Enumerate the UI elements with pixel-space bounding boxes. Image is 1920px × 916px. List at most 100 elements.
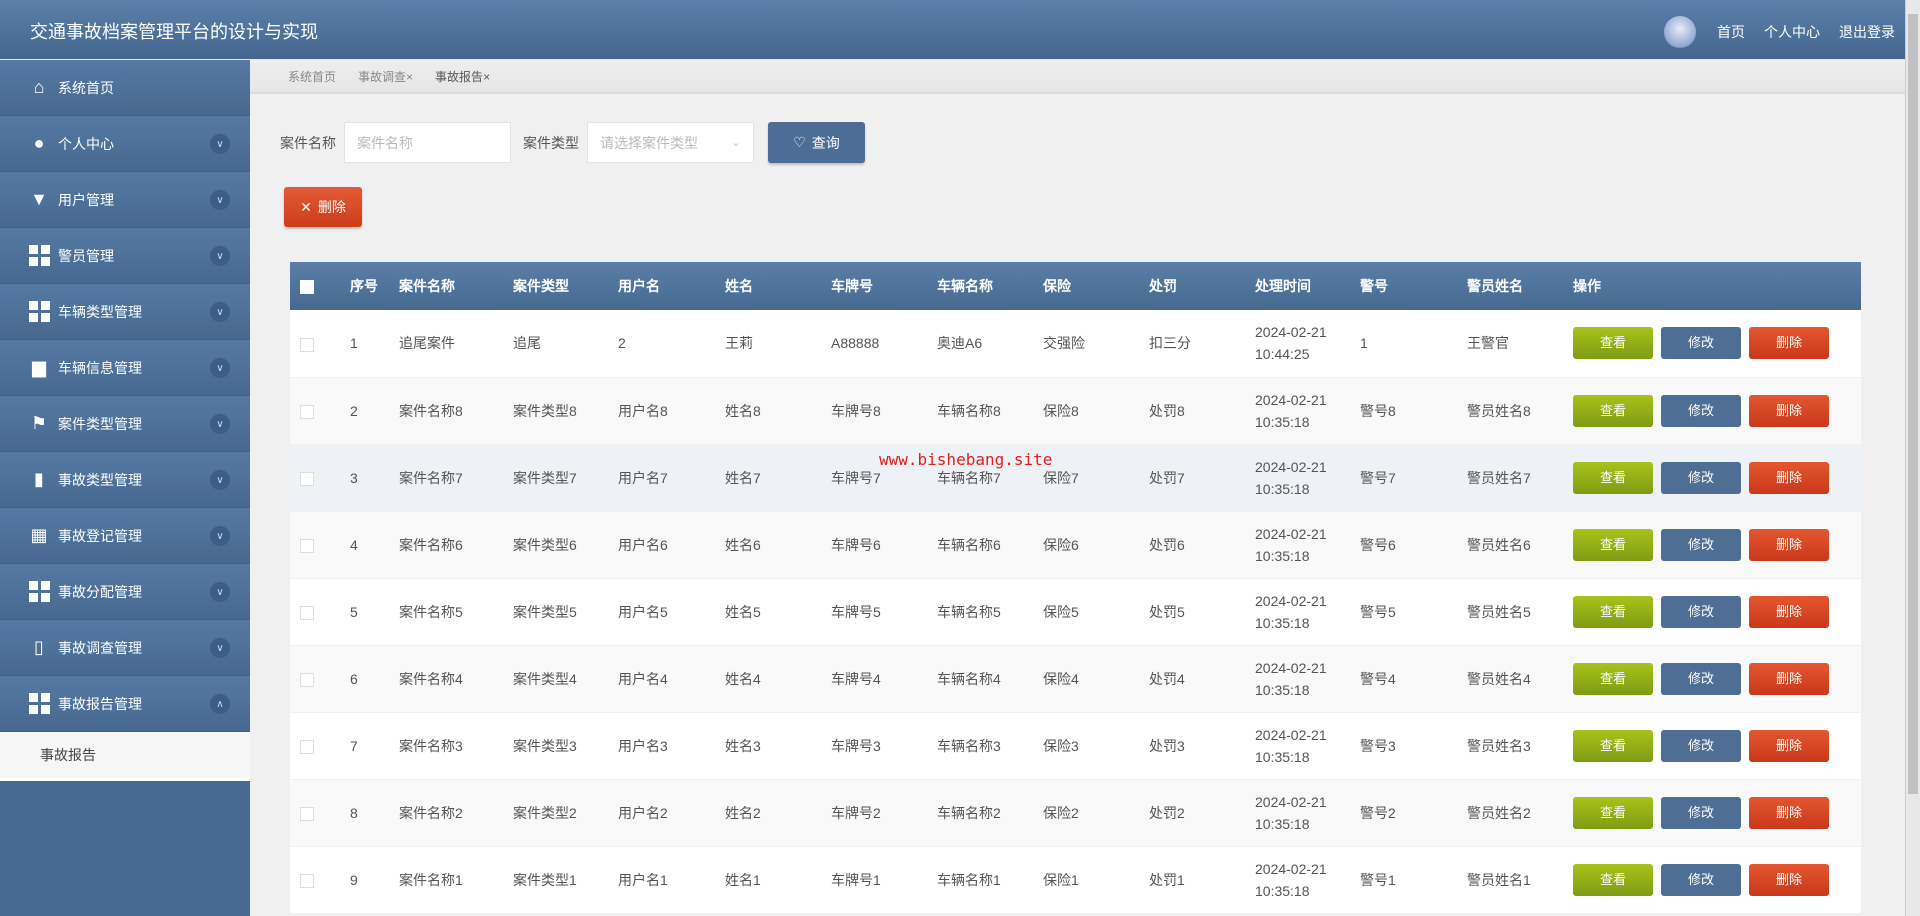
- row-checkbox[interactable]: [300, 337, 314, 352]
- row-checkbox[interactable]: [300, 404, 314, 419]
- sidebar-item[interactable]: ⚑ 案件类型管理 ∨: [0, 396, 250, 452]
- cell-username: 用户名4: [618, 670, 668, 687]
- tab-accident-report[interactable]: 事故报告×: [435, 68, 490, 85]
- delete-button[interactable]: 删除: [1749, 394, 1829, 427]
- delete-button[interactable]: 删除: [1749, 327, 1829, 360]
- view-button[interactable]: 查看: [1573, 863, 1653, 896]
- scrollbar[interactable]: [1905, 0, 1920, 916]
- sidebar-item[interactable]: 事故分配管理 ∨: [0, 564, 250, 620]
- cell-penalty: 处罚8: [1149, 402, 1185, 419]
- cell-case-name: 案件名称4: [399, 670, 463, 687]
- chevron-down-icon[interactable]: ∨: [210, 470, 230, 490]
- delete-button[interactable]: 删除: [1749, 461, 1829, 494]
- column-header: 保险: [1043, 278, 1071, 294]
- time: 10:35:18: [1255, 815, 1310, 832]
- chevron-up-icon[interactable]: ∧: [210, 694, 230, 714]
- chevron-down-icon[interactable]: ∨: [210, 246, 230, 266]
- delete-button[interactable]: 删除: [1749, 729, 1829, 762]
- scrollbar-thumb[interactable]: [1908, 14, 1918, 794]
- edit-button[interactable]: 修改: [1661, 461, 1741, 494]
- sidebar-item[interactable]: ● 个人中心 ∨: [0, 116, 250, 172]
- heart-icon: ♡: [793, 134, 806, 150]
- row-checkbox[interactable]: [300, 672, 314, 687]
- select-all-checkbox[interactable]: [300, 280, 314, 295]
- cell-name: 姓名8: [725, 402, 761, 419]
- sidebar-item[interactable]: 车辆类型管理 ∨: [0, 284, 250, 340]
- edit-button[interactable]: 修改: [1661, 327, 1741, 360]
- row-checkbox[interactable]: [300, 605, 314, 620]
- row-checkbox[interactable]: [300, 806, 314, 821]
- row-checkbox[interactable]: [300, 538, 314, 553]
- sidebar-item[interactable]: 事故报告管理 ∧: [0, 676, 250, 732]
- date: 2024-02-21: [1255, 659, 1327, 676]
- view-button[interactable]: 查看: [1573, 327, 1653, 360]
- sidebar-item[interactable]: ▆ 车辆信息管理 ∨: [0, 340, 250, 396]
- table-row: 8 案件名称2 案件类型2 用户名2 姓名2 车牌号2 车辆名称2 保险2 处罚2 2024-02…: [290, 779, 1861, 846]
- chevron-down-icon[interactable]: ∨: [210, 302, 230, 322]
- chevron-down-icon[interactable]: ∨: [210, 190, 230, 210]
- sidebar-item[interactable]: ▦ 事故登记管理 ∨: [0, 508, 250, 564]
- table-icon: ▦: [30, 525, 48, 545]
- edit-button[interactable]: 修改: [1661, 394, 1741, 427]
- cell-plate: 车牌号3: [831, 737, 881, 754]
- case-name-input[interactable]: 案件名称: [344, 122, 511, 163]
- cell-index: 7: [350, 737, 358, 754]
- cell-username: 用户名5: [618, 603, 668, 620]
- view-button[interactable]: 查看: [1573, 394, 1653, 427]
- close-icon[interactable]: ×: [483, 70, 490, 84]
- cell-index: 2: [350, 402, 358, 419]
- delete-button[interactable]: 删除: [1749, 595, 1829, 628]
- sidebar-item[interactable]: ▼ 用户管理 ∨: [0, 172, 250, 228]
- chevron-down-icon[interactable]: ∨: [210, 358, 230, 378]
- edit-button[interactable]: 修改: [1661, 796, 1741, 829]
- edit-button[interactable]: 修改: [1661, 528, 1741, 561]
- delete-button[interactable]: 删除: [1749, 863, 1829, 896]
- nav-home-link[interactable]: 首页: [1717, 22, 1745, 42]
- view-button[interactable]: 查看: [1573, 528, 1653, 561]
- cell-handle-time: 2024-02-21 10:35:18: [1255, 645, 1360, 712]
- cell-username: 2: [618, 335, 626, 352]
- avatar[interactable]: [1664, 16, 1696, 48]
- chevron-down-icon[interactable]: ∨: [210, 638, 230, 658]
- batch-delete-button[interactable]: ✕ 删除: [284, 187, 362, 227]
- row-checkbox[interactable]: [300, 873, 314, 888]
- edit-button[interactable]: 修改: [1661, 662, 1741, 695]
- edit-button[interactable]: 修改: [1661, 729, 1741, 762]
- tab-accident-investigation[interactable]: 事故调查×: [358, 68, 413, 85]
- case-type-select[interactable]: 请选择案件类型 ⌄: [587, 122, 754, 163]
- cell-vehicle-name: 车辆名称6: [937, 536, 1001, 553]
- chevron-down-icon[interactable]: ∨: [210, 582, 230, 602]
- view-button[interactable]: 查看: [1573, 595, 1653, 628]
- chevron-down-icon[interactable]: ∨: [210, 526, 230, 546]
- date: 2024-02-21: [1255, 726, 1327, 743]
- logout-link[interactable]: 退出登录: [1839, 22, 1895, 42]
- cell-officer-name: 警员姓名3: [1467, 737, 1531, 754]
- cell-case-type: 案件类型8: [513, 402, 577, 419]
- edit-button[interactable]: 修改: [1661, 595, 1741, 628]
- row-checkbox[interactable]: [300, 739, 314, 754]
- delete-button[interactable]: 删除: [1749, 662, 1829, 695]
- sidebar-item[interactable]: 警员管理 ∨: [0, 228, 250, 284]
- close-icon[interactable]: ×: [406, 70, 413, 84]
- cell-vehicle-name: 车辆名称8: [937, 402, 1001, 419]
- view-button[interactable]: 查看: [1573, 729, 1653, 762]
- cell-case-type: 案件类型4: [513, 670, 577, 687]
- sidebar-item[interactable]: ⌂ 系统首页: [0, 60, 250, 116]
- query-button[interactable]: ♡ 查询: [768, 122, 865, 163]
- delete-button[interactable]: 删除: [1749, 528, 1829, 561]
- delete-button[interactable]: 删除: [1749, 796, 1829, 829]
- sidebar-subitem-accident-report[interactable]: 事故报告: [0, 732, 250, 781]
- nav-profile-link[interactable]: 个人中心: [1764, 22, 1820, 42]
- view-button[interactable]: 查看: [1573, 796, 1653, 829]
- chevron-down-icon[interactable]: ∨: [210, 134, 230, 154]
- view-button[interactable]: 查看: [1573, 662, 1653, 695]
- table-row: 1 追尾案件 追尾 2 王莉 A88888 奥迪A6 交强险 扣三分 2024-02-21 10:4…: [290, 310, 1861, 377]
- sidebar-item[interactable]: ▯ 事故调查管理 ∨: [0, 620, 250, 676]
- chevron-down-icon[interactable]: ∨: [210, 414, 230, 434]
- date: 2024-02-21: [1255, 860, 1327, 877]
- row-checkbox[interactable]: [300, 471, 314, 486]
- edit-button[interactable]: 修改: [1661, 863, 1741, 896]
- sidebar-item[interactable]: ▮ 事故类型管理 ∨: [0, 452, 250, 508]
- view-button[interactable]: 查看: [1573, 461, 1653, 494]
- tab-system-home[interactable]: 系统首页: [288, 68, 336, 85]
